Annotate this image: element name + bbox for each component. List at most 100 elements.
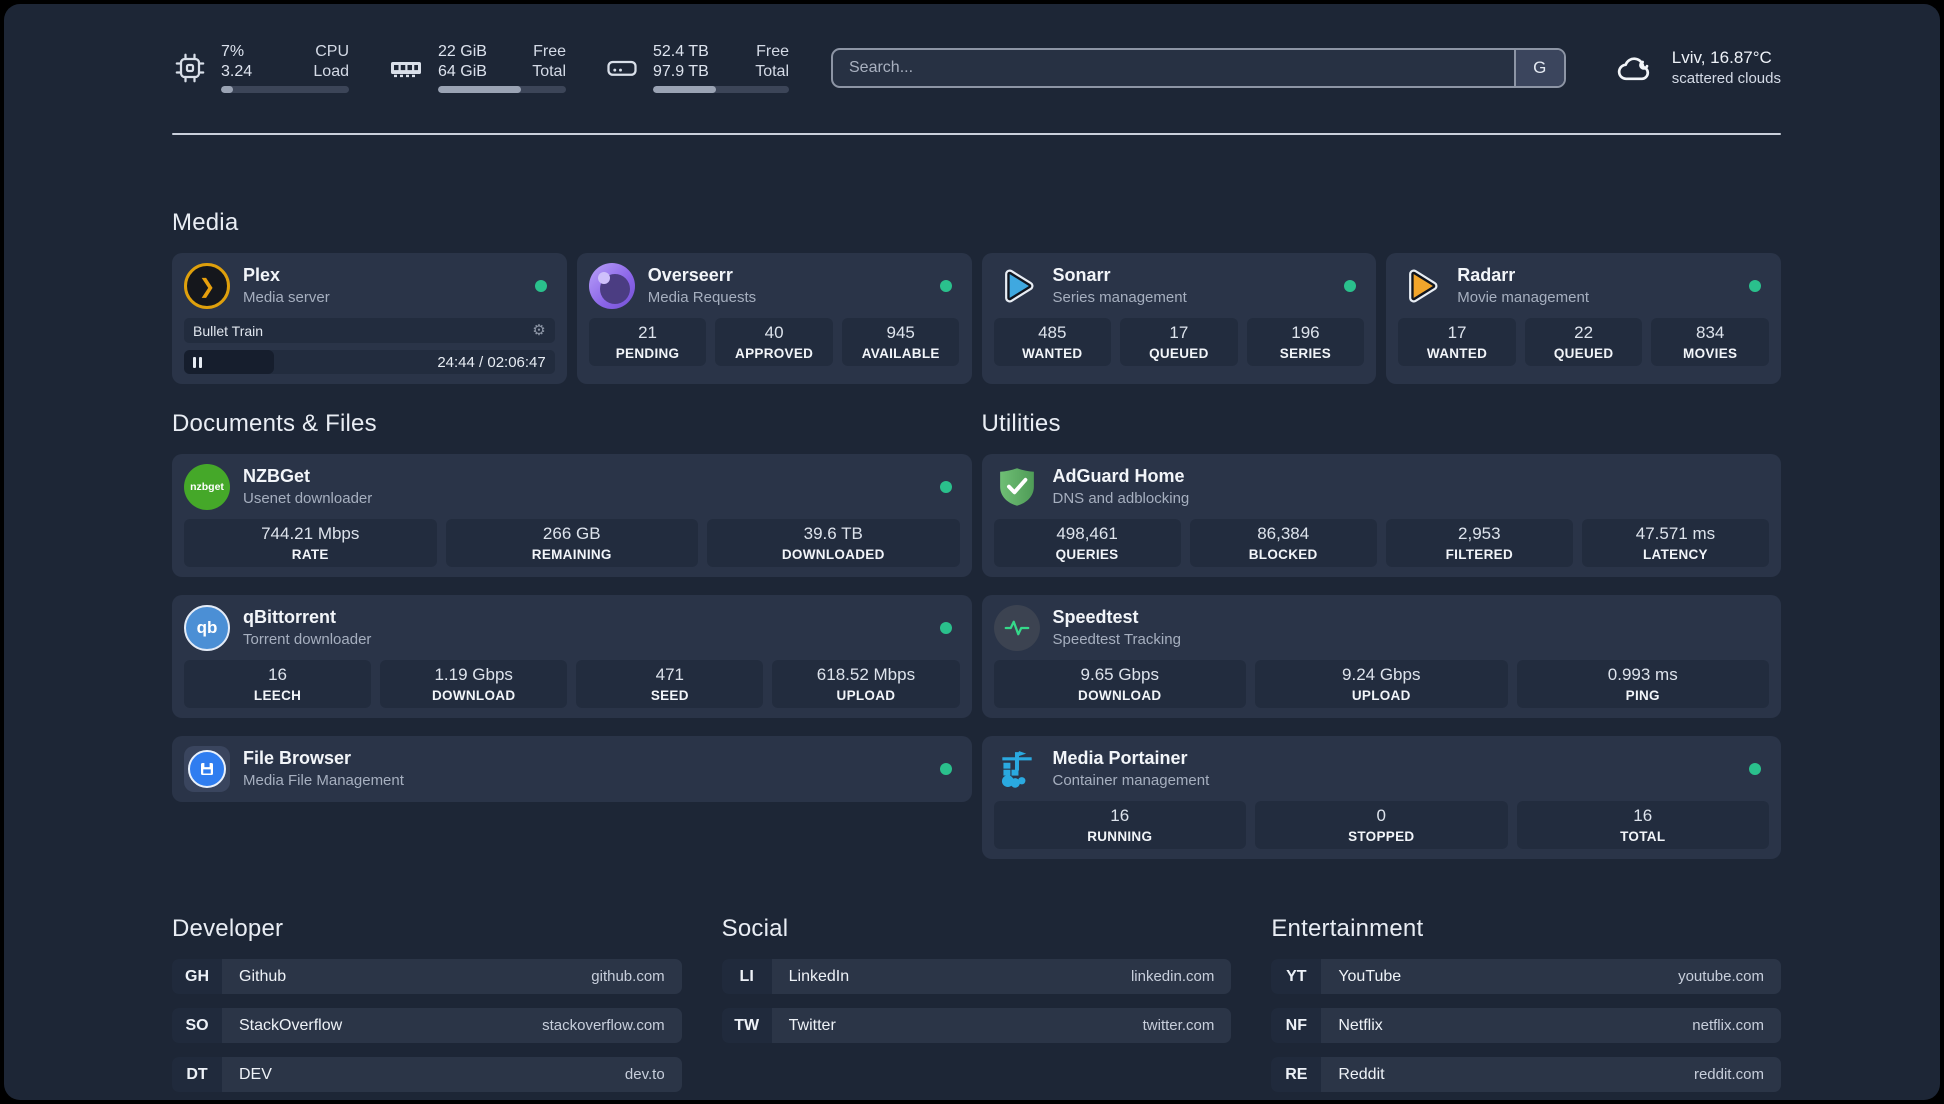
link-twitter[interactable]: TW Twitter twitter.com: [721, 1008, 1232, 1043]
weather-location-temp: Lviv, 16.87°C: [1671, 47, 1772, 67]
storage-progress-track: [653, 86, 789, 93]
storage-stat: 52.4 TB 97.9 TB Free Total: [604, 42, 789, 93]
search-input[interactable]: [833, 49, 1514, 86]
memory-total-label: Total: [532, 63, 566, 80]
storage-free-value: 52.4 TB: [653, 43, 709, 60]
app-name: Sonarr: [1052, 264, 1111, 285]
playback-time: 24:44 / 02:06:47: [437, 353, 546, 371]
link-name: LinkedIn: [788, 967, 850, 985]
status-dot: [1749, 280, 1761, 292]
stat-box: 22 QUEUED: [1524, 318, 1643, 366]
memory-progress-track: [438, 86, 566, 93]
link-name: StackOverflow: [239, 1016, 343, 1034]
link-stackoverflow[interactable]: SO StackOverflow stackoverflow.com: [172, 1008, 682, 1043]
link-abbr: SO: [172, 1008, 222, 1043]
link-netflix[interactable]: NF Netflix netflix.com: [1271, 1008, 1781, 1043]
app-name: File Browser: [243, 747, 352, 768]
ram-icon: [391, 61, 421, 77]
link-url: youtube.com: [1678, 968, 1764, 985]
app-name: qBittorrent: [243, 606, 336, 627]
status-dot: [939, 763, 952, 775]
app-desc: Movie management: [1457, 289, 1589, 307]
link-linkedin[interactable]: LI LinkedIn linkedin.com: [721, 959, 1232, 994]
qbittorrent-card[interactable]: qb qBittorrent Torrent downloader 16 LEE…: [172, 595, 972, 718]
storage-total-value: 97.9 TB: [653, 63, 709, 80]
link-youtube[interactable]: YT YouTube youtube.com: [1271, 959, 1781, 994]
link-abbr: TW: [721, 1008, 772, 1043]
stat-box: 834 MOVIES: [1651, 318, 1769, 366]
gear-icon[interactable]: ⚙: [532, 323, 545, 338]
app-desc: Media File Management: [243, 772, 404, 790]
stat-box: 17 WANTED: [1398, 318, 1516, 366]
sonarr-card[interactable]: Sonarr Series management 485 WANTED 17 Q…: [981, 253, 1377, 384]
app-name: Plex: [243, 264, 281, 285]
portainer-card[interactable]: Media Portainer Container management 16 …: [981, 736, 1781, 859]
link-abbr: YT: [1271, 959, 1322, 994]
stat-box: 744.21 Mbps RATE: [184, 519, 437, 567]
header-divider: [172, 133, 1781, 135]
nzbget-card[interactable]: nzbget NZBGet Usenet downloader 744.21 M…: [172, 454, 972, 577]
section-title-developer: Developer: [172, 915, 284, 942]
stat-box: 618.52 Mbps UPLOAD: [772, 660, 960, 708]
link-abbr: LI: [721, 959, 772, 994]
weather-condition: scattered clouds: [1671, 69, 1781, 87]
link-github[interactable]: GH Github github.com: [172, 959, 682, 994]
memory-stat: 22 GiB 64 GiB Free Total: [387, 42, 566, 93]
radarr-icon: [1398, 263, 1444, 309]
stat-box: 47.571 ms LATENCY: [1581, 519, 1769, 567]
stat-box: 86,384 BLOCKED: [1189, 519, 1377, 567]
cpu-progress-track: [221, 86, 349, 93]
link-dev[interactable]: DT DEV dev.to: [172, 1057, 682, 1092]
pause-button[interactable]: [184, 350, 274, 374]
status-dot: [939, 622, 952, 634]
link-name: Reddit: [1338, 1065, 1385, 1083]
stat-box: 0 STOPPED: [1255, 801, 1508, 849]
developer-section: Developer GH Github github.com SO StackO…: [172, 915, 682, 1092]
storage-progress-fill: [653, 86, 716, 93]
app-desc: Media Requests: [647, 289, 757, 307]
search-engine-button[interactable]: G: [1513, 49, 1564, 86]
link-name: DEV: [239, 1065, 272, 1083]
app-desc: Container management: [1052, 772, 1210, 790]
speedtest-card[interactable]: Speedtest Speedtest Tracking 9.65 Gbps D…: [981, 595, 1781, 718]
stat-box: 21 PENDING: [588, 318, 707, 366]
disk-icon: [607, 60, 637, 76]
storage-total-label: Total: [755, 63, 789, 80]
portainer-icon: [994, 746, 1040, 792]
overseerr-card[interactable]: Overseerr Media Requests 21 PENDING 40 A…: [576, 253, 972, 384]
app-name: Speedtest: [1052, 606, 1139, 627]
link-url: twitter.com: [1142, 1017, 1215, 1034]
cloud-icon: [1617, 56, 1649, 80]
memory-progress-fill: [438, 86, 522, 93]
stat-box: 266 GB REMAINING: [445, 519, 698, 567]
link-abbr: RE: [1271, 1057, 1322, 1092]
documents-column: Documents & Files nzbget NZBGet Usenet d…: [172, 410, 972, 802]
link-name: YouTube: [1338, 967, 1402, 985]
overseerr-icon: [588, 263, 635, 309]
adguard-card[interactable]: AdGuard Home DNS and adblocking 498,461 …: [981, 454, 1781, 577]
media-grid: ❯ Plex Media server Bullet Train ⚙ 24:44…: [172, 253, 1781, 384]
plex-card[interactable]: ❯ Plex Media server Bullet Train ⚙ 24:44…: [172, 253, 567, 384]
stat-box: 498,461 QUERIES: [993, 519, 1181, 567]
filebrowser-card[interactable]: File Browser Media File Management: [172, 736, 972, 802]
adguard-icon: [994, 464, 1040, 510]
speedtest-icon: [993, 605, 1040, 651]
app-desc: Series management: [1052, 289, 1187, 307]
stat-box: 16 LEECH: [184, 660, 372, 708]
cpu-load-value: 3.24: [221, 63, 253, 80]
app-name: NZBGet: [243, 465, 310, 486]
status-dot: [534, 280, 547, 292]
radarr-card[interactable]: Radarr Movie management 17 WANTED 22 QUE…: [1386, 253, 1781, 384]
app-name: AdGuard Home: [1052, 465, 1185, 486]
section-title-media: Media: [172, 209, 239, 236]
link-url: stackoverflow.com: [542, 1017, 665, 1034]
link-reddit[interactable]: RE Reddit reddit.com: [1271, 1057, 1781, 1092]
app-name: Media Portainer: [1052, 747, 1188, 768]
sonarr-icon: [994, 263, 1040, 309]
status-dot: [939, 280, 952, 292]
link-url: linkedin.com: [1130, 968, 1215, 985]
stat-box: 39.6 TB DOWNLOADED: [707, 519, 960, 567]
social-section: Social LI LinkedIn linkedin.com TW Twitt…: [721, 915, 1232, 1092]
status-dot: [1749, 763, 1761, 775]
cpu-progress-fill: [221, 86, 233, 93]
